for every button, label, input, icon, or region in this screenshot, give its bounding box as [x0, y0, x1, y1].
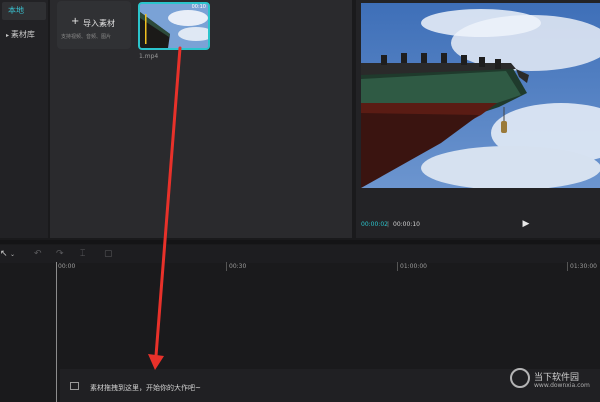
- red-arrow-annotation: [148, 46, 182, 370]
- watermark-url: www.downxia.com: [534, 382, 590, 389]
- watermark-logo-icon: [510, 368, 530, 388]
